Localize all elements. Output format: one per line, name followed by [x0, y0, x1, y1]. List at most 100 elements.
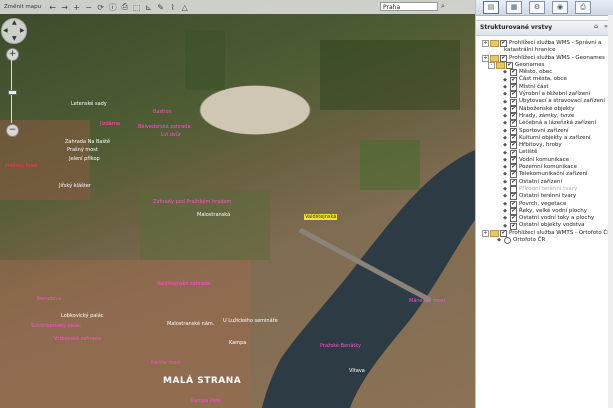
map-view[interactable]: Letenské sady Bastion Jízdárna Bělvederská …	[0, 0, 475, 408]
zoom-minus-button[interactable]: −	[6, 124, 19, 137]
map-label[interactable]: Jelení příkop	[68, 156, 101, 162]
layer-tree-item[interactable]: ◆ ✔ Ostatní zařízení	[482, 179, 613, 186]
expand-toggle-icon[interactable]: +	[482, 40, 489, 48]
forward-arrow-icon[interactable]: →	[59, 2, 70, 13]
pan-right-icon[interactable]: ▶	[20, 27, 25, 34]
layer-radio[interactable]	[504, 237, 511, 245]
map-label[interactable]: Kampa Park	[190, 398, 222, 404]
map-label[interactable]: MALÁ STRANA	[162, 377, 242, 386]
layer-checkbox[interactable]: ✔	[500, 54, 507, 62]
zoom-out-icon[interactable]: −	[83, 2, 94, 13]
layer-tree-item[interactable]: ◆ ✔ Část města, obce	[482, 76, 613, 84]
refresh-icon[interactable]: ⟳	[95, 2, 106, 13]
layer-tree-item[interactable]: + ✔ Prohlížecí služba WMS - Geonames	[482, 55, 613, 62]
zoom-in-icon[interactable]: +	[71, 2, 82, 13]
chart-icon[interactable]: ⌇	[167, 2, 178, 13]
map-label[interactable]: Lví dvůr	[160, 132, 182, 138]
home-icon[interactable]: ⌂	[592, 23, 600, 31]
map-label[interactable]: Vltava	[348, 368, 366, 374]
expand-toggle-icon[interactable]: +	[482, 229, 489, 237]
layer-checkbox[interactable]: ✔	[500, 229, 507, 237]
measure-icon[interactable]: ⊾	[143, 2, 154, 13]
layer-checkbox[interactable]: ✔	[510, 178, 517, 186]
map-label[interactable]: Schönbornský palác	[30, 323, 82, 329]
draw-icon[interactable]: △	[179, 2, 190, 13]
layer-tree-item[interactable]: ◆ ✔ Povrch, vegetace	[482, 201, 613, 208]
map-label[interactable]: U Lužického semináře	[222, 318, 279, 324]
layer-tree-item[interactable]: + ✔ Prohlížecí služba WMTS - Ortofoto ČR	[482, 230, 613, 237]
settings-icon[interactable]: ⚙	[529, 1, 545, 14]
map-label[interactable]: Lobkovický palác	[60, 313, 105, 319]
map-label[interactable]: Mánesův most	[408, 298, 446, 304]
layer-checkbox[interactable]: ✔	[510, 135, 517, 142]
map-label[interactable]: Kampa	[228, 340, 247, 346]
layer-tree-item[interactable]: ◆ ✔ Náboženské objekty	[482, 106, 613, 113]
search-input[interactable]: Praha	[380, 2, 438, 11]
pan-up-icon[interactable]: ▲	[12, 19, 17, 26]
map-label[interactable]: Zahrada Na Baště	[64, 139, 111, 145]
layer-checkbox[interactable]: ✔	[510, 120, 517, 128]
map-label[interactable]: Pražské Benátky	[319, 343, 362, 349]
search-icon[interactable]: ⌕	[441, 2, 451, 11]
zoom-plus-button[interactable]: +	[6, 48, 19, 61]
expand-toggle-icon[interactable]: +	[482, 54, 489, 62]
expand-toggle-icon[interactable]: -	[488, 62, 495, 70]
layer-checkbox[interactable]: ✔	[510, 149, 517, 157]
change-map-link[interactable]: Změnit mapu	[0, 4, 46, 10]
layer-tree-item[interactable]: ◆ ✔ Ostatní terénní tvary	[482, 193, 613, 201]
layer-checkbox[interactable]: ✔	[510, 164, 517, 172]
settings-icon[interactable]: ✎	[155, 2, 166, 13]
map-label[interactable]: Zahrady pod Pražským hradem	[152, 199, 232, 205]
print-icon[interactable]: ⎙	[575, 1, 591, 14]
map-label[interactable]: Malostranská	[196, 212, 231, 218]
zoom-box-icon[interactable]: ⬚	[131, 2, 142, 13]
info-icon[interactable]: ⓘ	[107, 2, 118, 13]
layer-checkbox[interactable]	[510, 186, 517, 194]
layer-tree-item[interactable]: katastrální hranice	[482, 47, 613, 54]
layer-tree-item[interactable]: ◆ ✔ Sportovní zařízení	[482, 128, 613, 135]
map-label[interactable]: Valdštejnská	[304, 214, 338, 220]
map-label[interactable]: Vrtbovská zahrada	[53, 336, 102, 342]
layer-tree-item[interactable]: ◆ ✔ Ostatní objekty vodstva	[482, 222, 613, 230]
layer-tree-item[interactable]: ◆ ✔ Telekomunikační zařízení	[482, 171, 613, 179]
layer-checkbox[interactable]: ✔	[510, 113, 517, 121]
layer-checkbox[interactable]: ✔	[510, 207, 517, 215]
layer-checkbox[interactable]: ✔	[510, 83, 517, 91]
map-label[interactable]: Jízdárna	[99, 121, 121, 127]
print-icon[interactable]: ⎙	[119, 2, 130, 13]
layer-checkbox[interactable]: ✔	[510, 215, 517, 223]
layer-tree-item[interactable]: ◆ ✔ Léčebná a lázeňská zařízení	[482, 120, 613, 128]
map-label[interactable]: Prašný most	[66, 147, 99, 153]
layer-tree-item[interactable]: ◆ ✔ Letiště	[482, 149, 613, 157]
zoom-slider-handle[interactable]	[8, 90, 17, 95]
layer-checkbox[interactable]: ✔	[510, 105, 517, 113]
pan-down-icon[interactable]: ▼	[12, 35, 17, 42]
layer-checkbox[interactable]: ✔	[506, 62, 513, 70]
map-label[interactable]: Bělvederská zahrada	[137, 124, 192, 130]
layer-tree-item[interactable]: ◆ ✔ Místní část	[482, 84, 613, 91]
back-arrow-icon[interactable]: ←	[47, 2, 58, 13]
layer-checkbox[interactable]: ✔	[510, 142, 517, 150]
pan-control[interactable]: ▲ ▼ ◀ ▶	[1, 18, 27, 44]
layer-checkbox[interactable]: ✔	[510, 91, 517, 99]
layer-checkbox[interactable]: ✔	[510, 69, 517, 77]
layer-checkbox[interactable]: ✔	[510, 98, 517, 106]
map-label[interactable]: Letenské sady	[70, 101, 108, 107]
map-label[interactable]: Karlův most	[150, 360, 182, 366]
pan-left-icon[interactable]: ◀	[3, 27, 8, 34]
map-label[interactable]: Bastion	[152, 109, 173, 115]
map-label[interactable]: Jiřský klášter	[58, 183, 92, 189]
panel-scrollbar[interactable]	[608, 15, 613, 408]
layer-checkbox[interactable]: ✔	[510, 193, 517, 201]
layers-icon[interactable]: ▤	[483, 1, 499, 14]
search-icon[interactable]: ◉	[552, 1, 568, 14]
layer-tree-item[interactable]: ◆ ✔ Ubytovací a stravovací zařízení	[482, 98, 613, 106]
map-label[interactable]: Valdštejnská zahrada	[156, 281, 211, 287]
layer-checkbox[interactable]: ✔	[510, 156, 517, 164]
layer-checkbox[interactable]: ✔	[510, 127, 517, 135]
layer-checkbox[interactable]: ✔	[510, 76, 517, 84]
layer-checkbox[interactable]: ✔	[510, 200, 517, 208]
layer-tree-item[interactable]: ◆ ✔ Vodní komunikace	[482, 157, 613, 164]
legend-icon[interactable]: ▦	[506, 1, 522, 14]
map-label[interactable]: Pražský hrad	[4, 163, 38, 169]
